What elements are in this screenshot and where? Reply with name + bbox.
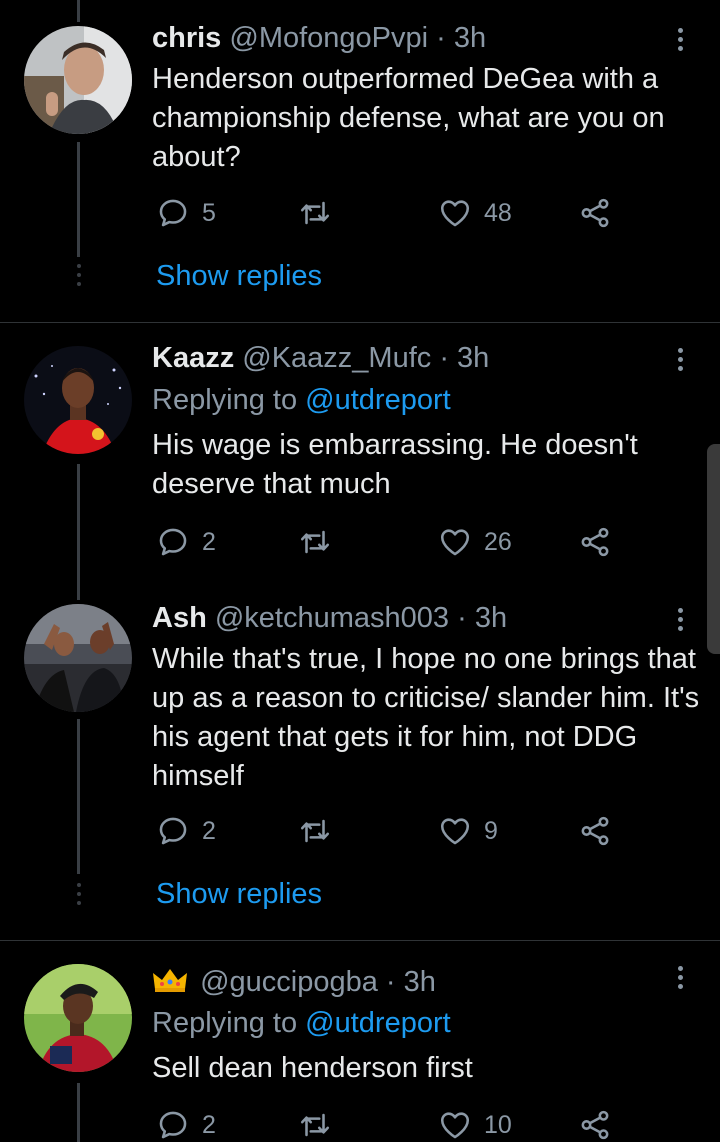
like-icon [438,1108,472,1142]
tweet-header: chris @MofongoPvpi · 3h [152,22,486,55]
reply-button[interactable]: 2 [156,1108,216,1142]
like-button[interactable]: 10 [438,1108,512,1142]
tweet-text: His wage is embarrassing. He doesn't des… [152,429,638,500]
timestamp[interactable]: · 3h [439,342,489,374]
replying-to-mention[interactable]: @utdreport [305,1007,451,1039]
edge-panel-handle[interactable] [707,444,720,654]
share-icon [578,196,612,230]
thread-line [77,719,80,874]
reply-button[interactable]: 5 [156,196,216,230]
more-options-icon[interactable] [672,348,688,375]
share-icon [578,1108,612,1142]
thread-line [77,0,80,22]
reply-count: 2 [202,816,216,845]
thread-line [77,142,80,257]
show-replies-link[interactable]: Show replies [156,878,322,911]
retweet-button[interactable] [298,814,332,848]
like-count: 26 [484,527,512,556]
share-icon [578,525,612,559]
avatar[interactable] [24,964,132,1072]
like-icon [438,525,472,559]
share-button[interactable] [578,814,612,848]
display-name[interactable]: chris [152,22,221,54]
share-button[interactable] [578,525,612,559]
thread-collapse-dots [76,264,81,291]
timestamp[interactable]: · 3h [457,602,507,634]
replying-to-label: Replying to [152,384,298,416]
thread-collapse-dots [76,883,81,910]
reply-button[interactable]: 2 [156,525,216,559]
retweet-button[interactable] [298,1108,332,1142]
replying-to-label: Replying to [152,1007,298,1039]
reply-icon [156,1108,190,1142]
timestamp[interactable]: · 3h [386,966,436,998]
thread-line [77,464,80,600]
more-options-icon[interactable] [672,28,688,55]
replying-to: Replying to @utdreport [152,384,451,417]
share-button[interactable] [578,196,612,230]
avatar[interactable] [24,604,132,712]
username[interactable]: @MofongoPvpi [229,22,428,54]
crown-emoji-icon [152,967,188,1001]
like-count: 9 [484,816,498,845]
more-options-icon[interactable] [672,966,688,993]
retweet-button[interactable] [298,196,332,230]
like-button[interactable]: 48 [438,196,512,230]
more-options-icon[interactable] [672,608,688,635]
username[interactable]: @ketchumash003 [215,602,449,634]
thread-line [77,1083,80,1142]
display-name[interactable]: Kaazz [152,342,234,374]
like-button[interactable]: 9 [438,814,498,848]
avatar[interactable] [24,26,132,134]
reply-count: 2 [202,527,216,556]
replying-to-mention[interactable]: @utdreport [305,384,451,416]
reply-button[interactable]: 2 [156,814,216,848]
like-count: 10 [484,1110,512,1139]
like-button[interactable]: 26 [438,525,512,559]
like-icon [438,814,472,848]
divider [0,940,720,941]
retweet-icon [298,814,332,848]
retweet-icon [298,196,332,230]
like-icon [438,196,472,230]
tweet-header: Kaazz @Kaazz_Mufc · 3h [152,342,489,375]
tweet-header: Ash @ketchumash003 · 3h [152,602,507,635]
retweet-icon [298,525,332,559]
reply-count: 5 [202,198,216,227]
avatar[interactable] [24,346,132,454]
retweet-button[interactable] [298,525,332,559]
share-button[interactable] [578,1108,612,1142]
reply-icon [156,525,190,559]
like-count: 48 [484,198,512,227]
tweet-text: Henderson outperformed DeGea with a cham… [152,63,665,173]
tweet-header: @guccipogba · 3h [152,966,436,1001]
share-icon [578,814,612,848]
retweet-icon [298,1108,332,1142]
display-name[interactable]: Ash [152,602,207,634]
divider [0,322,720,323]
tweet-text: Sell dean henderson first [152,1052,473,1084]
reply-count: 2 [202,1110,216,1139]
show-replies-link[interactable]: Show replies [156,260,322,293]
reply-icon [156,196,190,230]
reply-icon [156,814,190,848]
timestamp[interactable]: · 3h [436,22,486,54]
replying-to: Replying to @utdreport [152,1007,451,1040]
username[interactable]: @guccipogba [200,966,378,998]
username[interactable]: @Kaazz_Mufc [242,342,431,374]
tweet-text: While that's true, I hope no one brings … [152,643,700,792]
